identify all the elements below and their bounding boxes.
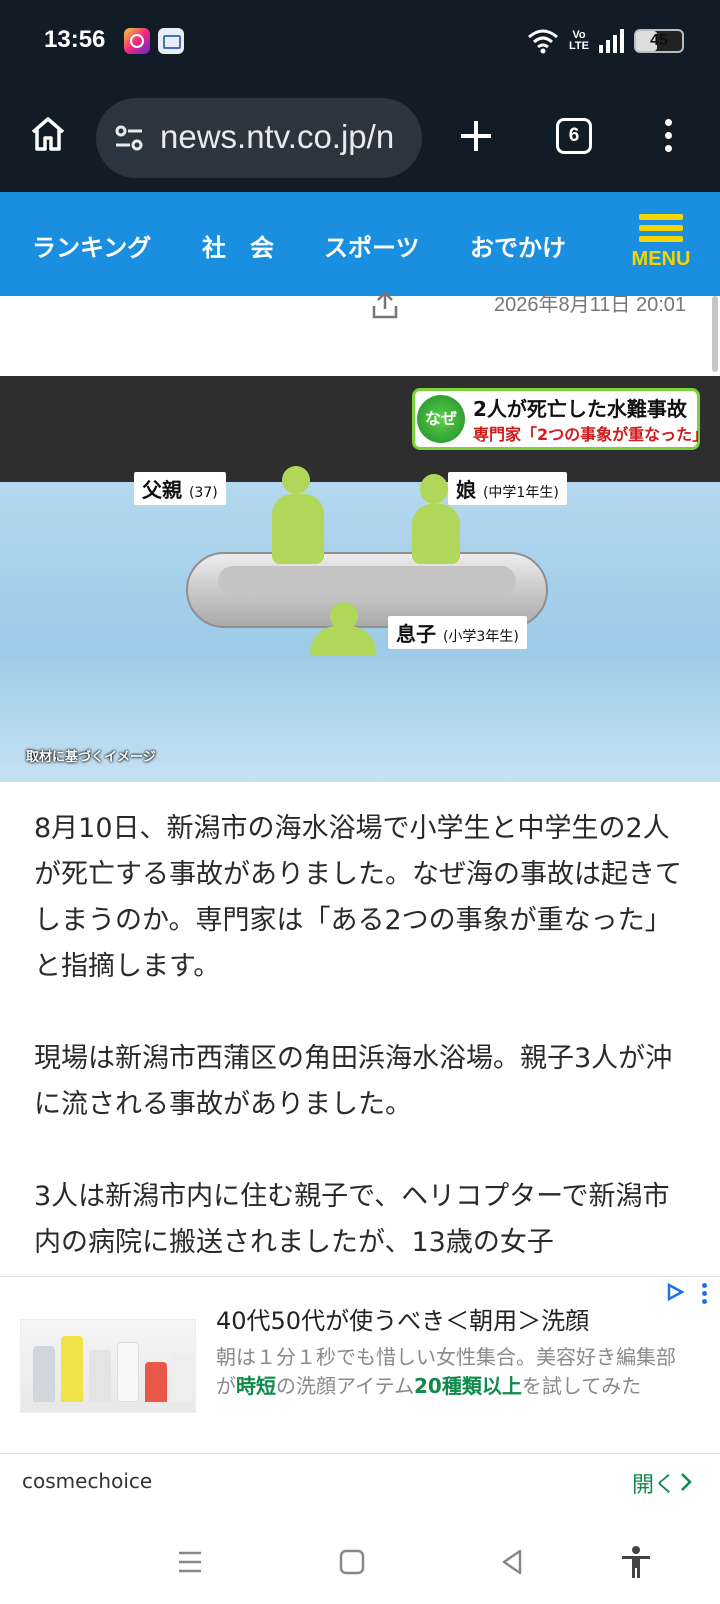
- battery-icon: 45: [634, 29, 684, 53]
- nav-item-society[interactable]: 社 会: [202, 228, 274, 263]
- chevron-right-icon[interactable]: [678, 1471, 694, 1493]
- article-paragraph: 現場は新潟市西蒲区の角田浜海水浴場。親子3人が沖に流される事故がありました。: [34, 1043, 673, 1120]
- label-daughter-text: 娘: [456, 478, 476, 502]
- home-nav-icon[interactable]: [334, 1544, 370, 1580]
- ad-desc-highlight: 20種類以上: [414, 1374, 522, 1398]
- ad-divider: [0, 1453, 720, 1454]
- site-settings-icon[interactable]: [114, 124, 144, 152]
- wifi-icon: [528, 29, 559, 54]
- label-father-detail: (37): [188, 485, 218, 501]
- publish-date: 2026年8月11日 20:01: [494, 294, 686, 316]
- father-body: [272, 494, 324, 564]
- daughter-figure: [420, 474, 448, 504]
- label-daughter-detail: (中学1年生): [482, 485, 559, 501]
- ad-desc-highlight: 時短: [236, 1374, 276, 1398]
- label-son-detail: (小学3年生): [442, 629, 519, 645]
- site-nav: ランキング 社 会 スポーツ おでかけ MENU: [0, 192, 720, 296]
- tabs-icon[interactable]: 6: [556, 118, 592, 154]
- father-figure: [282, 466, 310, 494]
- status-bar: 13:56 Vo LTE 45: [0, 0, 720, 86]
- ad-title[interactable]: 40代50代が使うべき＜朝用＞洗顔: [216, 1301, 589, 1336]
- home-icon[interactable]: [28, 114, 68, 154]
- ad-image[interactable]: [20, 1319, 196, 1413]
- image-credit: 取材に基づくイメージ: [26, 750, 156, 765]
- url-text[interactable]: news.ntv.co.jp/n: [160, 118, 394, 156]
- share-icon[interactable]: [370, 290, 400, 320]
- hamburger-icon: [639, 214, 683, 220]
- ad-desc-text: の洗顔アイテム: [276, 1374, 414, 1398]
- label-son-text: 息子: [396, 622, 436, 646]
- signal-icon: [599, 29, 624, 53]
- address-bar[interactable]: news.ntv.co.jp/n: [96, 98, 422, 178]
- article-image: なぜ 2人が死亡した水難事故 専門家「2つの事象が重なった」 父親 (37) 娘…: [0, 376, 720, 782]
- accessibility-icon[interactable]: [618, 1544, 654, 1580]
- instagram-icon: [124, 28, 150, 54]
- volte-indicator: Vo LTE: [569, 30, 589, 52]
- caption-subtitle: 専門家「2つの事象が重なった」: [473, 425, 709, 444]
- article-meta: 2026年8月11日 20:01: [0, 291, 720, 376]
- ad-open-button[interactable]: 開く: [632, 1467, 676, 1499]
- message-icon: [158, 28, 184, 54]
- ad-source[interactable]: cosmechoice: [22, 1469, 152, 1493]
- label-father-text: 父親: [142, 478, 182, 502]
- menu-label: MENU: [631, 248, 691, 270]
- image-caption-box: なぜ 2人が死亡した水難事故 専門家「2つの事象が重なった」: [412, 388, 708, 450]
- nav-item-sports[interactable]: スポーツ: [324, 228, 420, 263]
- system-nav-bar: [0, 1516, 720, 1604]
- battery-level: 45: [650, 32, 668, 49]
- caption-title: 2人が死亡した水難事故: [473, 397, 687, 421]
- more-icon[interactable]: [656, 116, 680, 156]
- new-tab-icon[interactable]: [456, 116, 496, 156]
- nav-item-outing[interactable]: おでかけ: [470, 228, 566, 263]
- nav-item-ranking[interactable]: ランキング: [32, 228, 151, 263]
- volte-line2: LTE: [569, 40, 589, 52]
- article-body: 8月10日、新潟市の海水浴場で小学生と中学生の2人が死亡する事故がありました。な…: [34, 806, 692, 1312]
- ad-description[interactable]: 朝は１分１秒でも惜しい女性集合。美容好き編集部が時短の洗顔アイテム20種類以上を…: [216, 1343, 686, 1401]
- adchoices-icon[interactable]: [666, 1283, 684, 1301]
- label-son: 息子 (小学3年生): [388, 616, 527, 649]
- ad-options-icon[interactable]: [702, 1283, 708, 1307]
- recent-apps-icon[interactable]: [172, 1544, 208, 1580]
- article-paragraph: 8月10日、新潟市の海水浴場で小学生と中学生の2人が死亡する事故がありました。な…: [34, 813, 682, 982]
- label-father: 父親 (37): [134, 472, 226, 505]
- scrollbar-thumb[interactable]: [712, 296, 718, 372]
- back-icon[interactable]: [494, 1544, 530, 1580]
- caption-badge: なぜ: [417, 395, 465, 443]
- daughter-body: [412, 504, 460, 564]
- ad-banner[interactable]: 40代50代が使うべき＜朝用＞洗顔 朝は１分１秒でも惜しい女性集合。美容好き編集…: [0, 1276, 720, 1516]
- label-daughter: 娘 (中学1年生): [448, 472, 567, 505]
- menu-button[interactable]: MENU: [626, 210, 696, 284]
- status-time: 13:56: [44, 26, 106, 53]
- browser-toolbar: news.ntv.co.jp/n 6: [0, 86, 720, 192]
- article-paragraph: 3人は新潟市内に住む親子で、ヘリコプターで新潟市内の病院に搬送されましたが、13…: [34, 1181, 670, 1258]
- ad-desc-text: を試してみた: [521, 1374, 642, 1398]
